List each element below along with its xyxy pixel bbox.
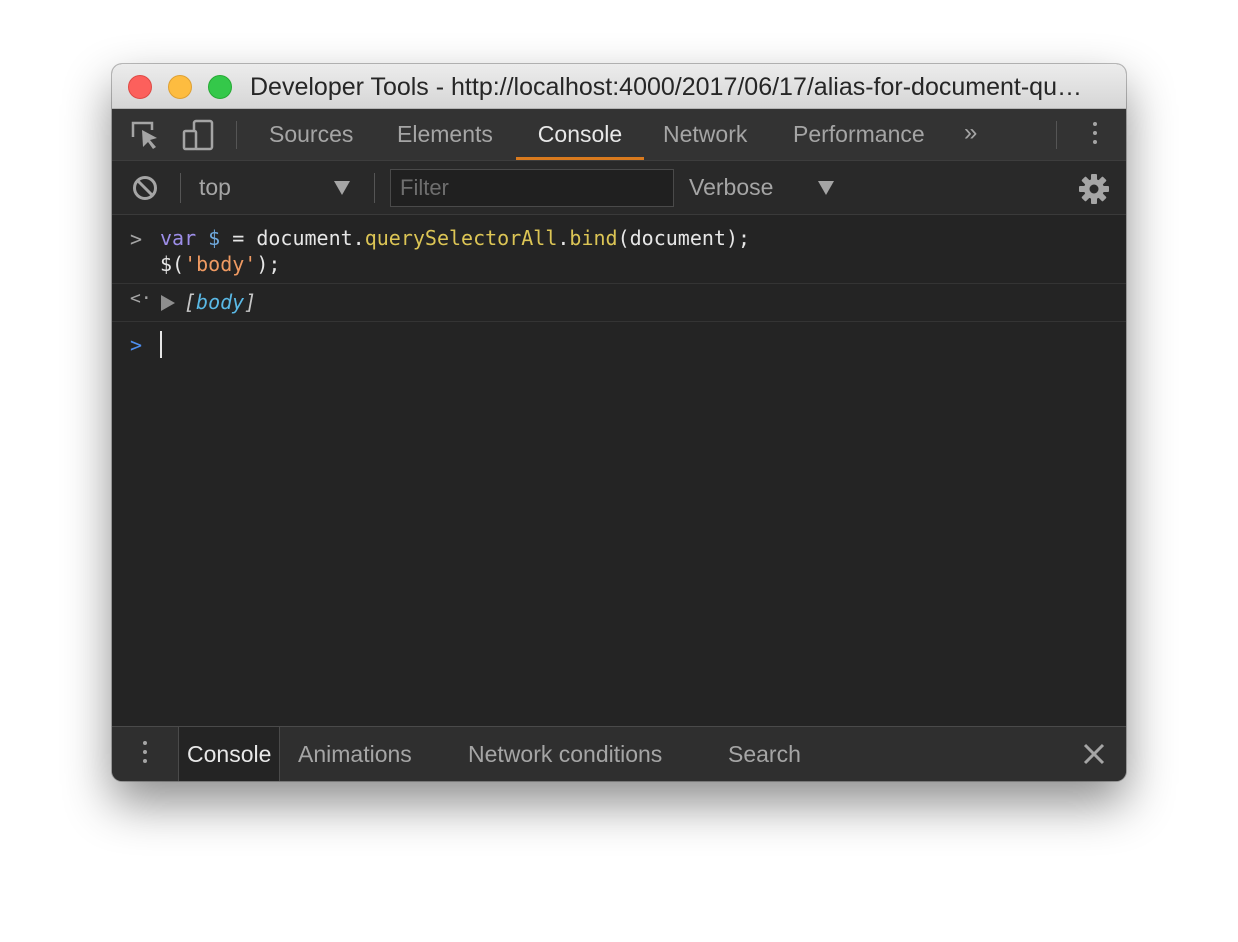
drawer-tab-network-conditions[interactable]: Network conditions [468,727,662,781]
drawer-tab-bar: Console Animations Network conditions Se… [112,726,1126,781]
message-divider [112,283,1126,284]
console-output[interactable]: > var $ = document.querySelectorAll.bind… [112,215,1126,726]
expand-triangle-icon[interactable] [161,295,175,311]
clear-console-icon[interactable] [132,175,158,206]
drawer-tab-animations[interactable]: Animations [298,727,412,781]
context-selector-value: top [199,174,231,200]
console-result-message: <· [body] [112,285,1126,319]
result-object[interactable]: [body] [184,289,256,315]
drawer-tab-search[interactable]: Search [728,727,801,781]
more-tabs-chevron-icon[interactable]: » [964,119,977,147]
console-prompt[interactable]: > [112,325,1126,365]
chevron-down-icon [334,181,350,195]
input-chevron-icon: > [130,227,143,251]
console-toolbar: top Verbose [112,161,1126,215]
log-level-value: Verbose [689,174,774,200]
devtools-window: Developer Tools - http://localhost:4000/… [112,64,1126,781]
tab-elements[interactable]: Elements [397,109,493,160]
filter-input[interactable] [390,169,674,207]
minimize-window-button[interactable] [168,75,192,99]
prompt-chevron-icon: > [130,333,143,357]
drawer-menu-icon[interactable] [143,741,147,768]
tab-console[interactable]: Console [516,109,644,160]
tab-performance[interactable]: Performance [793,109,925,160]
toolbar-divider [374,173,375,203]
gear-icon[interactable] [1078,173,1110,210]
toolbar-divider [180,173,181,203]
tab-sources[interactable]: Sources [269,109,353,160]
close-icon[interactable] [1082,742,1106,771]
close-window-button[interactable] [128,75,152,99]
device-toolbar-icon[interactable] [182,119,216,156]
chevron-down-icon [818,181,834,195]
window-title: Developer Tools - http://localhost:4000/… [250,73,1095,101]
tab-network[interactable]: Network [663,109,747,160]
drawer-tab-console[interactable]: Console [178,727,281,781]
toolbar-divider [1056,121,1057,149]
panel-tab-bar: Sources Elements Console Network Perform… [112,109,1126,161]
result-arrow-icon: <· [130,288,152,309]
title-bar: Developer Tools - http://localhost:4000/… [112,64,1126,109]
customize-menu-icon[interactable] [1093,122,1097,149]
toolbar-divider [236,121,237,149]
inspect-element-icon[interactable] [130,119,162,156]
zoom-window-button[interactable] [208,75,232,99]
code-line: $('body'); [160,252,281,276]
text-cursor [160,331,162,358]
code-line: var $ = document.querySelectorAll.bind(d… [160,226,751,250]
message-divider [112,321,1126,322]
console-input-message: > var $ = document.querySelectorAll.bind… [112,225,1126,279]
